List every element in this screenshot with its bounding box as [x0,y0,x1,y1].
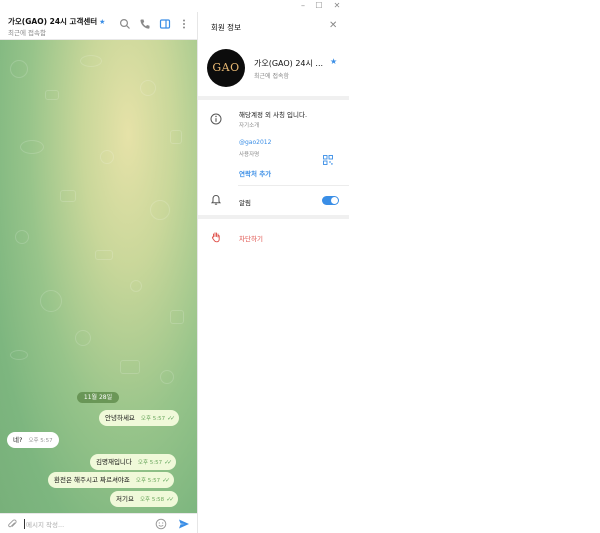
phone-icon[interactable] [139,18,151,30]
minimize-icon[interactable]: – [295,0,311,12]
message-time: 오후 5:57 [140,416,166,422]
window-controls: – ☐ ✕ [197,0,348,12]
panel-title: 회원 정보 [211,23,241,32]
username-link[interactable]: @gao2012 [239,139,271,146]
window-close-icon[interactable]: ✕ [329,0,345,12]
message-text: 환전은 해주시고 짜르셔야죠 [54,476,130,484]
date-separator: 11월 28일 [77,392,119,403]
emoji-icon[interactable] [155,518,167,530]
read-check-icon: ✓✓ [162,477,170,484]
message-bubble[interactable]: 안녕하세요 오후 5:57 ✓✓ [99,410,180,426]
message-time: 오후 5:57 [137,460,163,466]
text-cursor [24,519,25,529]
info-icon [210,113,222,125]
more-icon[interactable] [178,18,190,30]
toggle-knob [331,197,338,204]
star-icon: ★ [99,18,106,26]
star-icon: ★ [330,57,338,66]
bio-label: 자기소개 [239,123,260,129]
message-input[interactable]: 메시지 작성... [26,519,64,529]
paperclip-icon[interactable] [7,519,18,530]
message-bubble[interactable]: 저기요 오후 5:58 ✓✓ [110,491,179,507]
maximize-icon[interactable]: ☐ [311,0,327,12]
chat-header[interactable]: 가오(GAO) 24시 고객센터 ★ 최근에 접속함 [0,0,197,40]
notifications-label: 알림 [239,199,251,207]
chat-status: 최근에 접속함 [8,29,46,37]
bell-icon [210,194,222,205]
message-time: 오후 5:58 [139,497,165,503]
search-icon[interactable] [119,18,131,30]
bio-text: 해당계정 외 사칭 입니다. [239,111,308,119]
read-check-icon: ✓✓ [167,415,175,422]
qr-icon[interactable] [323,155,333,165]
chat-title[interactable]: 가오(GAO) 24시 고객센터 ★ [8,16,105,27]
message-bubble[interactable]: 김명재입니다 오후 5:57 ✓✓ [90,454,177,470]
message-text: 저기요 [116,495,134,503]
message-bubble[interactable]: 환전은 해주시고 짜르셔야죠 오후 5:57 ✓✓ [48,472,175,488]
chat-pane: 가오(GAO) 24시 고객센터 ★ 최근에 접속함 11월 28일 안녕하세요… [0,0,197,533]
profile-status: 최근에 접속함 [254,73,290,80]
avatar[interactable]: GAO [207,49,245,87]
send-icon[interactable] [178,518,190,530]
message-composer: 메시지 작성... [0,513,197,533]
message-text: 김명재입니다 [96,458,132,466]
hand-icon [211,232,220,243]
sidebar-toggle-icon[interactable] [159,18,171,30]
block-button[interactable]: 차단하기 [239,233,263,243]
section-divider [198,96,349,100]
message-bubble[interactable]: 네? 오후 5:57 [7,432,59,448]
message-time: 오후 5:57 [28,438,53,444]
user-info-panel: 회원 정보 ✕ GAO 가오(GAO) 24시 ... ★ 최근에 접속함 해당… [197,12,349,533]
divider [238,185,349,186]
add-contact-button[interactable]: 연락처 추가 [239,168,271,178]
profile-name: 가오(GAO) 24시 ... [254,59,324,68]
message-text: 안녕하세요 [105,414,135,422]
message-time: 오후 5:57 [135,478,161,484]
message-text: 네? [13,436,23,444]
username-label: 사용자명 [239,152,260,158]
chat-title-text: 가오(GAO) 24시 고객센터 [8,17,98,26]
read-check-icon: ✓✓ [166,496,174,503]
close-icon[interactable]: ✕ [329,21,337,31]
section-divider [198,215,349,219]
notifications-toggle[interactable] [322,196,339,205]
read-check-icon: ✓✓ [164,459,172,466]
